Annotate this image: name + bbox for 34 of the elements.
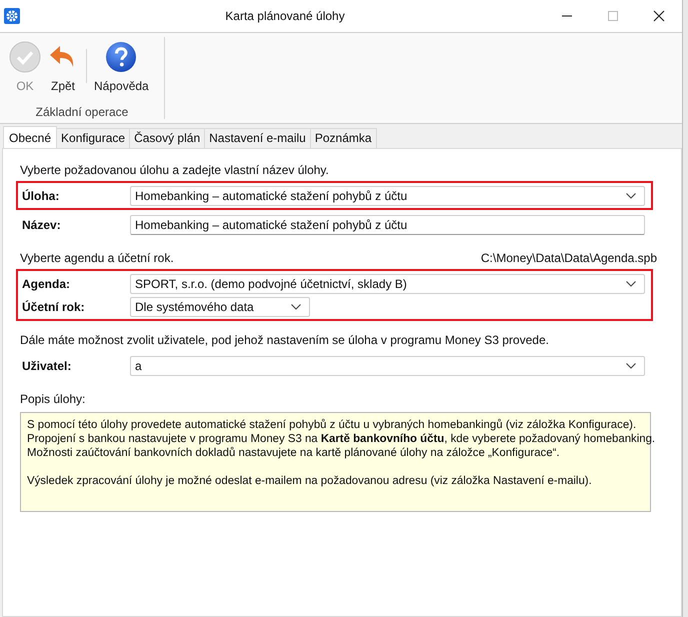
dropdown[interactable]: Dle systémového data xyxy=(130,296,310,316)
description-label: Popis úlohy: xyxy=(20,392,86,406)
field-label: Úloha: xyxy=(21,188,60,202)
dropdown[interactable]: Homebanking – automatické stažení pohybů z účtu xyxy=(130,186,645,206)
description-text: Možnosti zaúčtování bankovních dokladů nastavujete na kartě plánované úlohy na záložce „Konfigurace“. xyxy=(27,446,560,460)
file-path: C:\Money\Data\Data\Agenda.spb xyxy=(480,251,657,265)
chevron-down-icon xyxy=(626,192,636,198)
group-label: Základní operace xyxy=(34,105,130,119)
hint-text: Dále máte možnost zvolit uživatele, pod jehož nastavením se úloha v programu Money S3 provede. xyxy=(20,333,549,347)
hint-text: Vyberte požadovanou úlohu a zadejte vlastní název úlohy. xyxy=(20,163,329,177)
chevron-down-icon xyxy=(626,362,636,368)
gear-icon xyxy=(4,8,20,24)
chevron-down-icon xyxy=(291,304,301,310)
field-label: Uživatel: xyxy=(21,358,72,372)
back-button[interactable]: Zpět xyxy=(44,37,82,93)
help-button[interactable]: Nápověda xyxy=(91,37,152,93)
maximize-icon xyxy=(607,10,619,22)
check-icon xyxy=(9,41,41,73)
close-icon xyxy=(653,10,665,22)
field-label: Agenda: xyxy=(21,276,71,290)
hint-text: Vyberte agendu a účetní rok. xyxy=(20,251,174,265)
field-label: Název: xyxy=(21,218,62,232)
description-text: S pomocí této úlohy provedete automatické stažení pohybů z účtu u vybraných homebankingů (viz záložka Konfigurace). xyxy=(27,418,636,432)
description-text: Propojení s bankou nastavujete v programu Money S3 na Kartě bankovního účtu, kde vyberete požadovaný homebanking. xyxy=(27,432,656,446)
tab[interactable]: Obecné xyxy=(3,126,58,148)
dropdown[interactable]: SPORT, s.r.o. (demo podvojné účetnictví, sklady B) xyxy=(130,274,645,294)
help-icon xyxy=(105,41,138,73)
text-field[interactable]: Homebanking – automatické stažení pohybů z účtu xyxy=(130,214,645,234)
dropdown[interactable]: a xyxy=(130,356,645,376)
chevron-down-icon xyxy=(626,280,636,286)
tab[interactable]: Poznámka xyxy=(310,128,377,148)
description-text: Výsledek zpracování úlohy je možné odeslat e-mailem na požadovanou adresu (viz záložka Nastavení e-mailu). xyxy=(27,474,592,488)
window-title: Karta plánované úlohy xyxy=(224,9,346,23)
field-label: Účetní rok: xyxy=(21,300,86,314)
